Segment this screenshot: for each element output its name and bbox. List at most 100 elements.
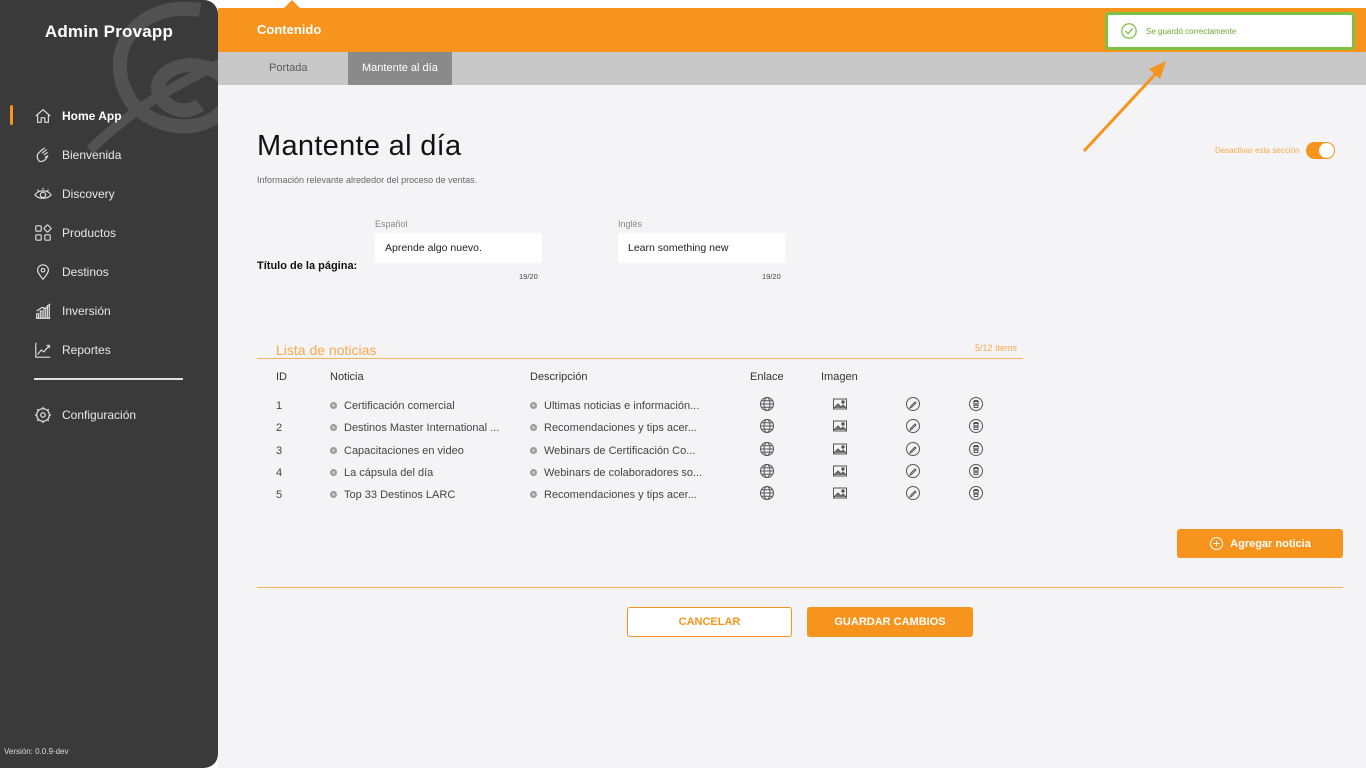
sidebar-nav: Home App Bienvenida Discovery Productos …	[0, 96, 218, 369]
row-noticia: Destinos Master International ...	[344, 422, 500, 435]
sidebar-item-reportes[interactable]: Reportes	[0, 330, 218, 369]
row-descripcion: Webinars de colaboradores so...	[544, 466, 703, 479]
sidebar-item-productos[interactable]: Productos	[0, 213, 218, 252]
image-icon[interactable]	[832, 485, 848, 501]
image-icon[interactable]	[832, 418, 848, 434]
bullet-icon	[530, 424, 537, 432]
link-globe-icon[interactable]	[759, 485, 775, 501]
col-header-noticia: Noticia	[330, 371, 364, 383]
sidebar-item-home-app[interactable]: Home App	[0, 96, 218, 135]
table-row-noticia-cell: Capacitaciones en video	[330, 445, 510, 457]
col-header-descripcion: Descripción	[530, 371, 588, 383]
edit-pencil-icon[interactable]	[905, 485, 921, 501]
row-descripcion: Recomendaciones y tips acer...	[544, 489, 697, 502]
table-row-id-cell: 3	[276, 445, 282, 457]
eye-icon	[34, 187, 52, 199]
sidebar-item-label: Destinos	[62, 264, 109, 279]
delete-trash-icon[interactable]	[968, 396, 984, 412]
page-title-label: Título de la página:	[257, 260, 358, 272]
col-header-imagen: Imagen	[821, 371, 858, 383]
row-id: 5	[276, 489, 283, 502]
cancel-button[interactable]: CANCELAR	[627, 607, 792, 637]
edit-pencil-icon[interactable]	[905, 418, 921, 434]
pointer-arrow-icon	[1082, 61, 1166, 153]
edit-pencil-icon[interactable]	[905, 441, 921, 457]
sidebar-item-label: Configuración	[62, 407, 137, 422]
sidebar-item-label: Home App	[62, 108, 122, 123]
row-descripcion: Webinars de Certificación Co...	[544, 444, 696, 457]
row-descripcion: Recomendaciones y tips acer...	[544, 422, 697, 435]
table-row-noticia-cell: Top 33 Destinos LARC	[330, 489, 510, 501]
sidebar-item-label: Productos	[62, 225, 117, 240]
title-spanish-input[interactable]	[375, 233, 542, 263]
col-header-id: ID	[276, 371, 287, 383]
delete-trash-icon[interactable]	[968, 418, 984, 434]
image-icon[interactable]	[832, 463, 848, 479]
toggle-label: Desactivar esta sección	[1215, 146, 1300, 155]
table-row-id-cell: 1	[276, 400, 282, 412]
row-noticia: Certificación comercial	[344, 400, 455, 412]
section-title: Contenido	[257, 22, 322, 37]
link-globe-icon[interactable]	[759, 418, 775, 434]
news-list-title: Lista de noticias	[276, 342, 377, 358]
row-descripcion: Últimas noticias e información...	[544, 400, 700, 412]
tab-portada[interactable]: Portada	[255, 52, 322, 85]
bullet-icon	[530, 491, 537, 499]
link-globe-icon[interactable]	[759, 396, 775, 412]
sidebar-item-destinos[interactable]: Destinos	[0, 252, 218, 291]
row-id: 1	[276, 400, 283, 412]
table-row-descripcion-cell: Recomendaciones y tips acer...	[530, 422, 715, 434]
english-label: Inglés	[618, 219, 643, 229]
table-row-noticia-cell: Destinos Master International ...	[330, 422, 510, 434]
tab-mantente-al-dia[interactable]: Mantente al día	[348, 52, 452, 85]
link-globe-icon[interactable]	[759, 463, 775, 479]
delete-trash-icon[interactable]	[968, 463, 984, 479]
bullet-icon	[530, 468, 537, 476]
delete-trash-icon[interactable]	[968, 485, 984, 501]
add-news-button[interactable]: Agregar noticia	[1177, 529, 1343, 558]
bullet-icon	[330, 402, 337, 409]
sidebar-item-inversion[interactable]: Inversión	[0, 291, 218, 330]
add-news-label: Agregar noticia	[1230, 537, 1311, 550]
section-toggle[interactable]	[1306, 142, 1336, 159]
table-row-id-cell: 4	[276, 467, 282, 479]
sidebar-item-discovery[interactable]: Discovery	[0, 174, 218, 213]
footer-divider	[257, 587, 1343, 588]
page-title: Mantente al día	[257, 130, 462, 162]
location-pin-icon	[37, 263, 49, 280]
toggle-knob	[1319, 143, 1335, 158]
link-globe-icon[interactable]	[759, 441, 775, 457]
edit-pencil-icon[interactable]	[905, 396, 921, 412]
bullet-icon	[530, 446, 537, 454]
save-changes-button[interactable]: GUARDAR CAMBIOS	[807, 607, 973, 637]
title-english-input[interactable]	[618, 233, 785, 263]
sidebar-item-bienvenida[interactable]: Bienvenida	[0, 135, 218, 174]
section-toggle-group: Desactivar esta sección	[1215, 142, 1336, 159]
bar-chart-icon	[35, 302, 51, 319]
check-circle-icon	[1121, 23, 1137, 39]
wave-hand-icon	[36, 146, 49, 162]
table-row-noticia-cell: La cápsula del día	[330, 467, 510, 479]
bullet-icon	[530, 402, 537, 409]
sidebar-item-label: Inversión	[62, 303, 111, 318]
image-icon[interactable]	[832, 441, 848, 457]
image-icon[interactable]	[832, 396, 848, 412]
row-noticia: Capacitaciones en video	[344, 444, 464, 457]
table-row-descripcion-cell: Últimas noticias e información...	[530, 400, 715, 412]
sidebar-item-label: Bienvenida	[62, 147, 122, 162]
app-brand: Admin Provapp	[44, 22, 174, 41]
row-noticia: Top 33 Destinos LARC	[344, 489, 456, 502]
table-row-descripcion-cell: Recomendaciones y tips acer...	[530, 489, 715, 501]
english-counter: 19/20	[762, 272, 781, 281]
version-label: Versión: 0.0.9-dev	[4, 747, 69, 756]
table-row-id-cell: 2	[276, 422, 282, 434]
bullet-icon	[330, 424, 337, 432]
trend-chart-icon	[35, 342, 51, 358]
table-row-id-cell: 5	[276, 489, 282, 501]
sidebar-item-configuracion[interactable]: Configuración	[0, 395, 218, 434]
list-divider	[257, 358, 1023, 359]
edit-pencil-icon[interactable]	[905, 463, 921, 479]
bullet-icon	[330, 491, 337, 499]
sidebar-divider	[34, 378, 183, 380]
delete-trash-icon[interactable]	[968, 441, 984, 457]
